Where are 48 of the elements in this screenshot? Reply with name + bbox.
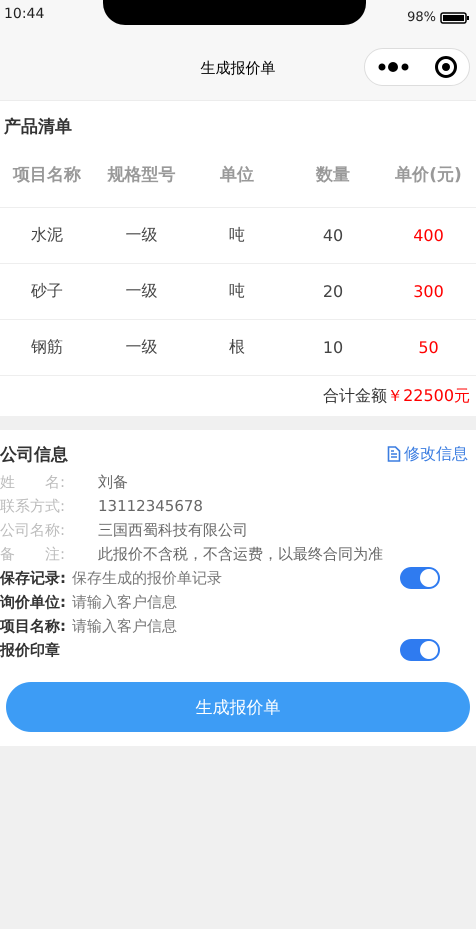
info-label: 备 注: (0, 544, 66, 565)
option-label: 项目名称: (0, 616, 66, 636)
info-label: 姓 名: (0, 472, 66, 493)
column-header: 数量 (314, 164, 351, 186)
battery-icon (440, 10, 470, 24)
column-header: 规格型号 (106, 164, 176, 186)
table-cell-text: 根 (228, 337, 246, 358)
close-icon[interactable] (434, 55, 458, 79)
document-icon (387, 446, 401, 462)
column-header: 单位 (219, 164, 255, 186)
toggle-switch[interactable] (400, 639, 440, 661)
table-cell-text: 一级 (124, 337, 158, 358)
table-cell-text: 一级 (124, 225, 158, 246)
table-cell-text: 20 (322, 282, 344, 301)
column-header: 项目名称 (12, 164, 82, 186)
section-title: 公司信息 (0, 444, 68, 466)
battery-percent: 98% (407, 10, 436, 25)
table-cell-text: 钢筋 (30, 337, 64, 358)
input-field[interactable]: 请输入客户信息 (72, 593, 476, 611)
total-amount: ￥22500元 (387, 386, 470, 406)
info-value: 此报价不含税，不含运费，以最终合同为准 (98, 544, 383, 565)
table-cell-text: 50 (417, 338, 440, 357)
table-cell-text: 300 (412, 282, 445, 301)
info-value: 刘备 (98, 472, 128, 493)
table-cell-text: 吨 (228, 225, 246, 246)
option-description: 保存生成的报价单记录 (72, 568, 222, 588)
info-value: 三国西蜀科技有限公司 (98, 520, 248, 541)
info-label: 联系方式: (0, 496, 66, 517)
table-cell-text: 10 (322, 338, 344, 357)
section-title: 产品清单 (2, 116, 73, 139)
generate-button[interactable]: 生成报价单 (6, 682, 470, 732)
table-cell-text: 砂子 (30, 281, 64, 302)
info-label: 公司名称: (0, 520, 66, 541)
table-cell-text: 400 (412, 226, 445, 245)
total-label: 合计金额 (323, 386, 388, 406)
page-title: 生成报价单 (200, 58, 276, 78)
status-time: 10:44 (4, 6, 44, 22)
table-cell-text: 一级 (124, 281, 158, 302)
input-field[interactable]: 请输入客户信息 (72, 617, 476, 635)
column-header: 单价(元) (394, 164, 463, 186)
more-icon[interactable] (376, 61, 410, 73)
edit-link[interactable]: 修改信息 (387, 444, 468, 464)
table-cell-text: 40 (322, 226, 344, 245)
table-cell-text: 水泥 (30, 225, 64, 246)
info-value: 13112345678 (98, 496, 203, 517)
table-cell-text: 吨 (228, 281, 246, 302)
toggle-switch[interactable] (400, 567, 440, 589)
option-label: 询价单位: (0, 592, 66, 612)
